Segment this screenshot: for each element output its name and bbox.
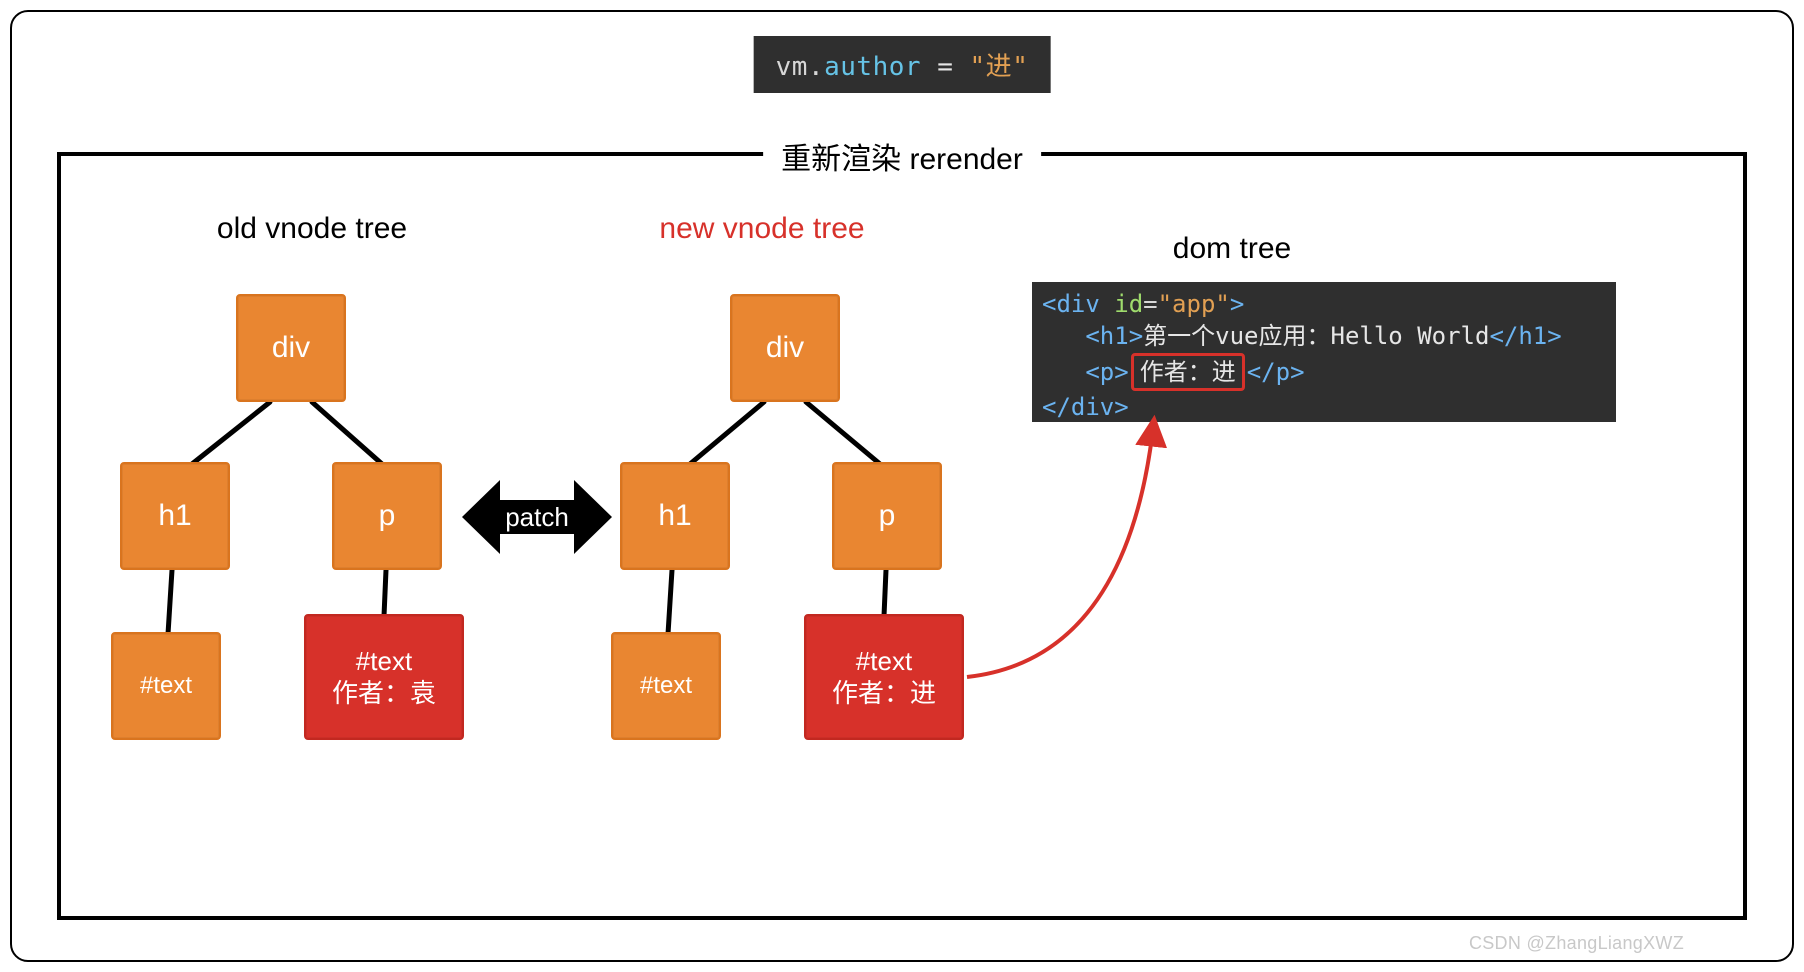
code-var: vm bbox=[776, 52, 808, 82]
new-node-p: p bbox=[832, 462, 942, 570]
dom-line3-text: 作者：进 bbox=[1140, 358, 1236, 386]
section-title-old: old vnode tree bbox=[182, 212, 442, 246]
dom-line2-text: 第一个vue应用：Hello World bbox=[1143, 322, 1489, 350]
dom-line1-val: "app" bbox=[1158, 290, 1230, 318]
new-node-text-changed: #text 作者：进 bbox=[804, 614, 964, 740]
code-value: 进 bbox=[986, 52, 1013, 82]
dom-line2-close: </h1> bbox=[1489, 322, 1561, 350]
old-node-text-changed: #text 作者：袁 bbox=[304, 614, 464, 740]
rerender-legend: 重新渲染 rerender bbox=[763, 134, 1041, 178]
tree-connectors bbox=[12, 12, 312, 162]
patch-arrow: patch bbox=[462, 472, 612, 562]
section-title-new: new vnode tree bbox=[632, 212, 892, 246]
code-quote-close: " bbox=[1012, 52, 1028, 82]
dom-line1-attr: id bbox=[1100, 290, 1143, 318]
new-node-h1: h1 bbox=[620, 462, 730, 570]
dom-line2-open: <h1> bbox=[1085, 322, 1143, 350]
patch-label: patch bbox=[505, 502, 569, 533]
dom-line1-eq: = bbox=[1143, 290, 1157, 318]
dom-line3-close: </p> bbox=[1247, 358, 1305, 386]
dom-line3-open: <p> bbox=[1085, 358, 1128, 386]
old-node-p: p bbox=[332, 462, 442, 570]
code-expression: vm.author = "进" bbox=[754, 36, 1051, 93]
old-node-text-h1: #text bbox=[111, 632, 221, 740]
code-prop: author bbox=[824, 52, 921, 82]
dom-line4: </div> bbox=[1042, 393, 1129, 421]
old-node-h1: h1 bbox=[120, 462, 230, 570]
dom-line1-open: <div bbox=[1042, 290, 1100, 318]
new-node-text-h1: #text bbox=[611, 632, 721, 740]
section-title-dom: dom tree bbox=[1102, 232, 1362, 266]
canvas: vm.author = "进" 重新渲染 rerender old vnode … bbox=[10, 10, 1794, 962]
code-eq: = bbox=[921, 52, 969, 82]
new-node-div: div bbox=[730, 294, 840, 402]
dom-line1-close: > bbox=[1230, 290, 1244, 318]
watermark: CSDN @ZhangLiangXWZ bbox=[1469, 933, 1684, 954]
old-node-div: div bbox=[236, 294, 346, 402]
code-dot: . bbox=[808, 52, 824, 82]
dom-code-panel: <div id="app"> <h1>第一个vue应用：Hello World<… bbox=[1032, 282, 1616, 422]
code-quote-open: " bbox=[970, 52, 986, 82]
dom-highlight-box: 作者：进 bbox=[1131, 353, 1245, 391]
